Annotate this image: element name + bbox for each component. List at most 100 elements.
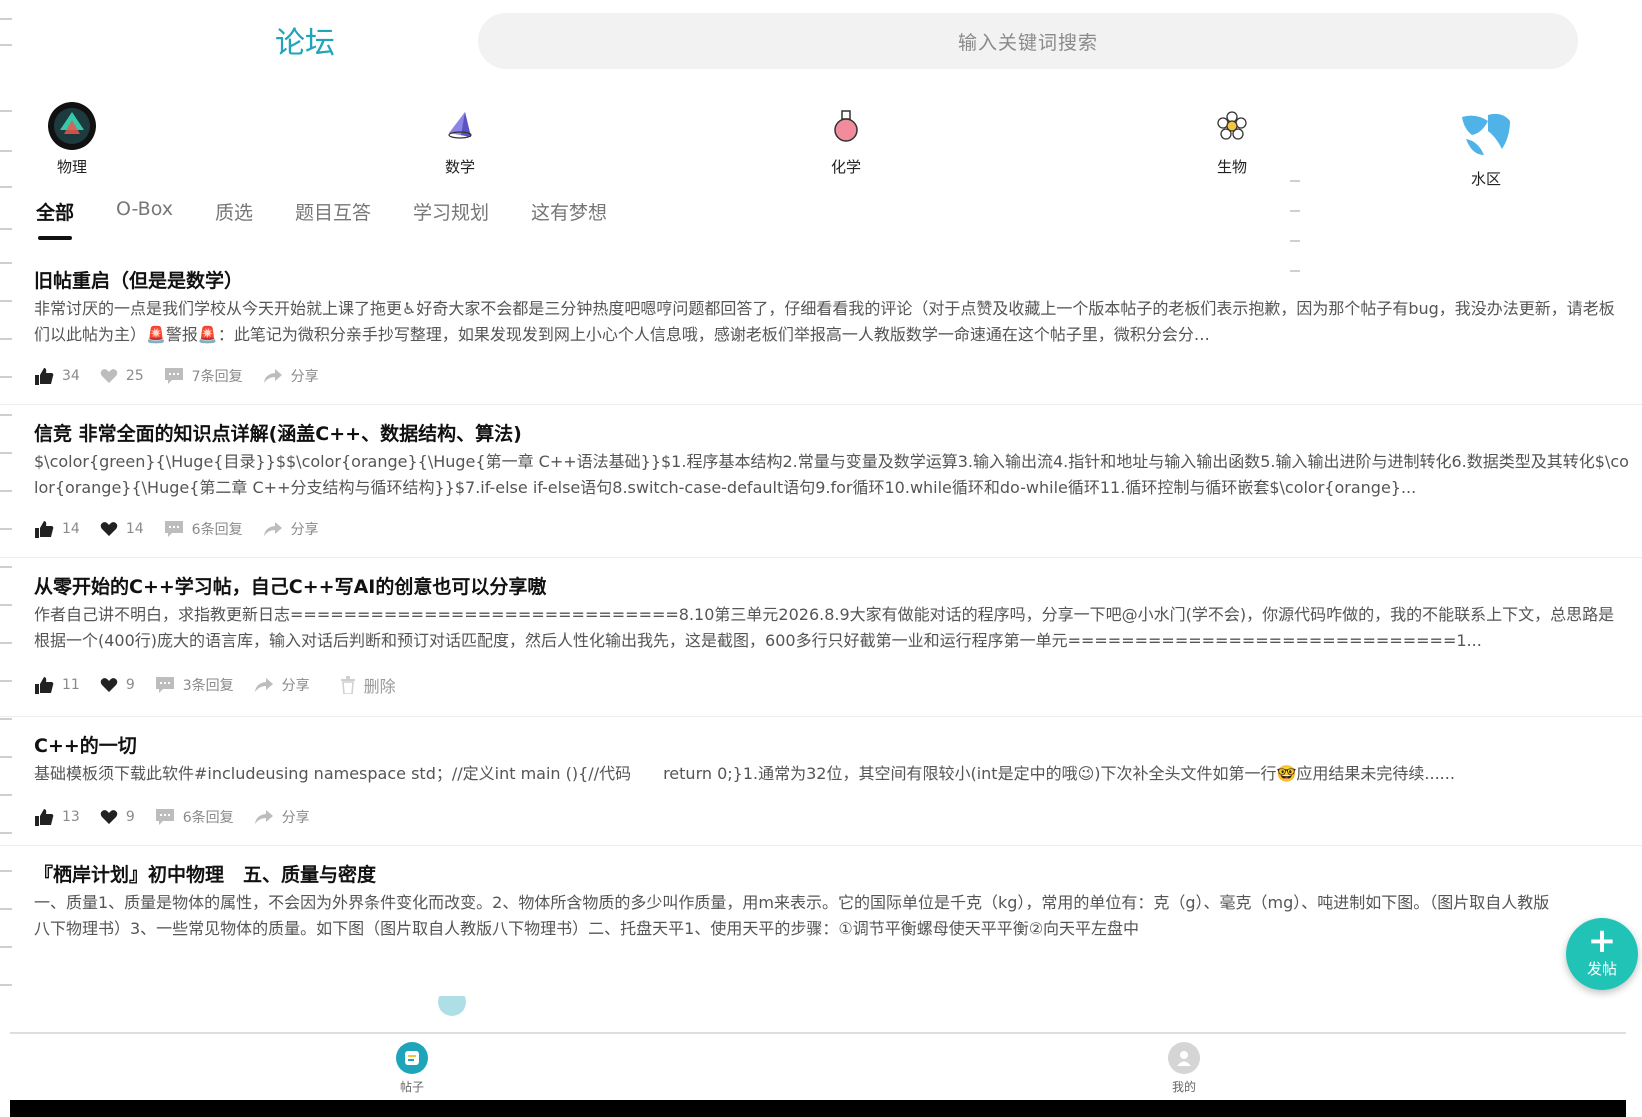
category-water[interactable]: 水区 <box>1426 108 1546 189</box>
physics-icon <box>46 100 98 152</box>
category-label: 物理 <box>56 158 87 176</box>
top-bar: 论坛 输入关键词搜索 <box>0 0 1642 84</box>
reply-button[interactable]: 6条回复 <box>155 807 234 827</box>
heart-icon <box>100 678 118 692</box>
share-button[interactable]: 分享 <box>263 519 319 539</box>
post-meta: 34 25 7条回复 分享 <box>34 348 1642 404</box>
flower-icon <box>1206 100 1258 152</box>
post-title[interactable]: 信竞 非常全面的知识点详解(涵盖C++、数据结构、算法) <box>34 415 1642 449</box>
share-icon <box>254 678 273 692</box>
category-label: 数学 <box>444 158 475 176</box>
category-biology[interactable]: 生物 <box>1172 100 1292 177</box>
heart-icon <box>100 522 118 536</box>
post-card[interactable]: 从零开始的C++学习帖，自己C++写AI的创意也可以分享嗷 作者自己讲不明白，求… <box>0 568 1642 717</box>
tab-qa[interactable]: 题目互答 <box>295 198 371 244</box>
share-label: 分享 <box>281 678 310 694</box>
comment-icon <box>164 368 183 384</box>
tab-all[interactable]: 全部 <box>36 198 74 244</box>
tab-bar: 全部 O-Box 质选 题目互答 学习规划 这有梦想 <box>36 198 649 244</box>
profile-icon <box>1168 1042 1200 1074</box>
post-excerpt: 作者自己讲不明白，求指教更新日志========================… <box>34 605 1615 650</box>
search-input[interactable]: 输入关键词搜索 <box>478 13 1578 69</box>
thumbs-up-icon <box>35 521 54 538</box>
new-post-label: 发帖 <box>1586 960 1617 978</box>
like-count: 13 <box>62 809 80 825</box>
post-card[interactable]: C++的一切 基础模板须下载此软件#includeusing namespace… <box>0 727 1642 846</box>
like-count: 11 <box>62 677 80 693</box>
reply-count: 3条回复 <box>182 678 234 694</box>
post-list: 旧帖重启（但是是数学） 非常讨厌的一点是我们学校从今天开始就上课了拖更♿好奇大家… <box>0 262 1642 976</box>
post-excerpt: 非常讨厌的一点是我们学校从今天开始就上课了拖更♿好奇大家不会都是三分钟热度吧嗯哼… <box>34 299 1615 344</box>
like-button[interactable]: 34 <box>34 367 80 385</box>
share-icon <box>263 522 282 536</box>
category-chemistry[interactable]: 化学 <box>786 100 906 177</box>
tab-dreams[interactable]: 这有梦想 <box>531 198 607 244</box>
nav-posts[interactable]: 帖子 <box>362 1042 462 1095</box>
post-title[interactable]: 从零开始的C++学习帖，自己C++写AI的创意也可以分享嗷 <box>34 568 1642 602</box>
comment-icon <box>155 677 174 693</box>
share-button[interactable]: 分享 <box>254 807 310 827</box>
post-card[interactable]: 『栖岸计划』初中物理 五、质量与密度 一、质量1、质量是物体的属性，不会因为外界… <box>0 856 1642 976</box>
flask-icon <box>820 100 872 152</box>
like-button[interactable]: 14 <box>34 520 80 538</box>
trash-icon <box>340 676 355 694</box>
thumbs-up-icon <box>35 677 54 694</box>
post-meta: 14 14 6条回复 分享 <box>34 501 1642 557</box>
tab-obox[interactable]: O-Box <box>116 198 173 244</box>
post-excerpt: 一、质量1、质量是物体的属性，不会因为外界条件变化而改变。2、物体所含物质的多少… <box>34 893 1550 938</box>
nav-label: 帖子 <box>399 1080 424 1094</box>
comment-icon <box>164 521 183 537</box>
post-title[interactable]: C++的一切 <box>34 727 1642 761</box>
favorite-button[interactable]: 25 <box>100 368 144 384</box>
share-button[interactable]: 分享 <box>254 675 310 695</box>
comment-icon <box>155 809 174 825</box>
ghost-nav-artifact <box>408 988 488 1026</box>
tab-featured[interactable]: 质选 <box>215 198 253 244</box>
system-nav-bar <box>10 1100 1626 1117</box>
like-button[interactable]: 11 <box>34 676 80 694</box>
share-label: 分享 <box>281 810 310 826</box>
post-title[interactable]: 『栖岸计划』初中物理 五、质量与密度 <box>34 856 1642 890</box>
favorite-count: 9 <box>125 677 135 693</box>
delete-button[interactable]: 删除 <box>340 673 396 697</box>
share-label: 分享 <box>290 369 319 385</box>
share-button[interactable]: 分享 <box>263 366 319 386</box>
like-count: 14 <box>62 521 80 537</box>
favorite-button[interactable]: 9 <box>100 809 135 825</box>
heart-icon <box>100 810 118 824</box>
reply-count: 7条回复 <box>191 369 243 385</box>
post-meta: 11 9 3条回复 分享 删除 <box>34 654 1642 716</box>
favorite-button[interactable]: 14 <box>100 521 144 537</box>
category-label: 化学 <box>830 158 861 176</box>
reply-button[interactable]: 6条回复 <box>164 519 243 539</box>
nav-label: 我的 <box>1171 1080 1196 1094</box>
post-excerpt: 基础模板须下载此软件#includeusing namespace std；//… <box>34 764 1455 783</box>
tab-study-plan[interactable]: 学习规划 <box>413 198 489 244</box>
posts-icon <box>396 1042 428 1074</box>
new-post-button[interactable]: + 发帖 <box>1566 918 1638 990</box>
share-label: 分享 <box>290 522 319 538</box>
search-placeholder: 输入关键词搜索 <box>957 31 1098 54</box>
favorite-count: 25 <box>125 368 144 384</box>
thumbs-up-icon <box>35 368 54 385</box>
reply-button[interactable]: 3条回复 <box>155 675 234 695</box>
nav-profile[interactable]: 我的 <box>1134 1042 1234 1095</box>
reply-button[interactable]: 7条回复 <box>164 366 243 386</box>
post-card[interactable]: 信竞 非常全面的知识点详解(涵盖C++、数据结构、算法) $\color{gre… <box>0 415 1642 558</box>
category-label: 生物 <box>1216 158 1247 176</box>
delete-label: 删除 <box>363 677 396 696</box>
like-count: 34 <box>62 368 80 384</box>
favorite-button[interactable]: 9 <box>100 677 135 693</box>
post-card[interactable]: 旧帖重启（但是是数学） 非常讨厌的一点是我们学校从今天开始就上课了拖更♿好奇大家… <box>0 262 1642 405</box>
post-title[interactable]: 旧帖重启（但是是数学） <box>34 262 1642 296</box>
math-cone-icon <box>434 100 486 152</box>
share-icon <box>254 810 273 824</box>
share-icon <box>263 369 282 383</box>
like-button[interactable]: 13 <box>34 808 80 826</box>
category-label: 水区 <box>1470 170 1501 188</box>
category-physics[interactable]: 物理 <box>12 100 132 177</box>
category-math[interactable]: 数学 <box>400 100 520 177</box>
favorite-count: 14 <box>125 521 144 537</box>
plus-icon: + <box>1587 921 1617 961</box>
page-title: 论坛 <box>275 26 335 61</box>
